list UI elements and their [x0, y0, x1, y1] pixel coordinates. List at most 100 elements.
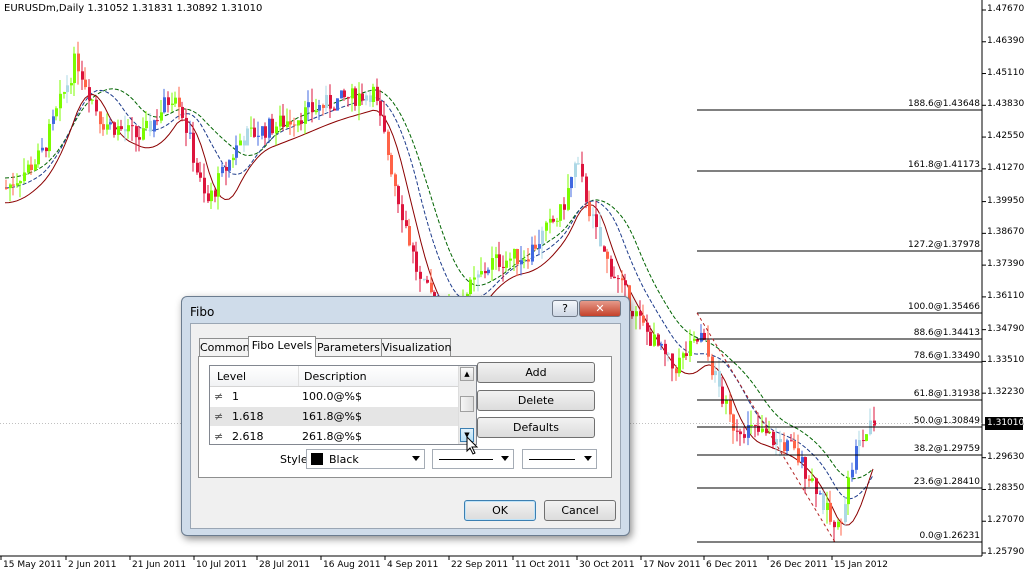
tab-parameters[interactable]: Parameters: [315, 338, 382, 356]
level-row[interactable]: ≠ 1 100.0@%$: [210, 387, 462, 406]
candle-body: [379, 100, 382, 116]
candle-body: [581, 163, 584, 177]
candle-body: [372, 86, 375, 103]
candle-body: [423, 278, 426, 280]
levels-list-header: Level Description: [210, 366, 462, 387]
candle-body: [811, 478, 814, 481]
candle-body: [775, 438, 778, 446]
line-width-preview: [529, 459, 575, 460]
level-value[interactable]: 1.618: [232, 410, 264, 423]
cancel-button[interactable]: Cancel: [544, 500, 616, 521]
date-tick-label: 17 Nov 2011: [643, 560, 701, 570]
date-tick-label: 26 Dec 2011: [770, 560, 828, 570]
candle-body: [865, 434, 868, 441]
candle-body: [606, 251, 609, 259]
candle-body: [192, 132, 195, 163]
add-button[interactable]: Add: [477, 362, 595, 383]
level-value[interactable]: 1: [232, 390, 239, 403]
candle-body: [822, 493, 825, 511]
price-tick-label: 1.36110: [987, 290, 1024, 301]
candle-body: [570, 177, 573, 189]
candle-body: [574, 163, 577, 178]
column-description[interactable]: Description: [304, 370, 367, 383]
candle-body: [682, 353, 685, 358]
candle-body: [37, 150, 40, 165]
dialog-titlebar[interactable]: Fibo ? ✕: [182, 297, 629, 323]
fibo-level-label: 50.0@1.30849: [913, 416, 980, 426]
candle-body: [754, 424, 757, 426]
level-row[interactable]: ≠ 1.618 161.8@%$: [210, 407, 462, 426]
candle-body: [210, 190, 213, 202]
candle-body: [635, 311, 638, 317]
candle-body: [84, 79, 87, 88]
candle-body: [750, 424, 753, 426]
level-value[interactable]: 2.618: [232, 430, 264, 443]
date-tick-label: 28 Jul 2011: [259, 560, 310, 570]
price-tick-label: 1.42550: [987, 131, 1024, 142]
help-button[interactable]: ?: [552, 300, 578, 317]
candle-body: [675, 368, 678, 374]
fibo-level-label: 0.0@1.26231: [919, 531, 980, 541]
candle-body: [246, 128, 249, 146]
candle-body: [163, 97, 166, 113]
candle-body: [52, 116, 55, 124]
candle-body: [473, 277, 476, 280]
candle-body: [408, 226, 411, 246]
ok-button[interactable]: OK: [464, 500, 536, 521]
candle-body: [41, 147, 44, 151]
defaults-button[interactable]: Defaults: [477, 417, 595, 438]
candle-body: [793, 441, 796, 449]
candle-body: [243, 140, 246, 146]
candle-body: [149, 120, 152, 132]
delete-button[interactable]: Delete: [477, 390, 595, 411]
candle-body: [693, 338, 696, 341]
candle-body: [156, 120, 159, 122]
candle-body: [225, 166, 228, 171]
fibo-level-label: 23.6@1.28410: [913, 477, 980, 487]
fibo-levels-panel: Level Description ≠ 1 100.0@%$ ≠ 1.618 1…: [198, 356, 612, 478]
candle-body: [642, 315, 645, 323]
price-tick-label: 1.38670: [987, 227, 1024, 238]
tab-fibo-levels[interactable]: Fibo Levels: [248, 336, 316, 357]
level-description[interactable]: 100.0@%$: [302, 390, 362, 403]
candle-body: [801, 457, 804, 463]
level-description[interactable]: 161.8@%$: [302, 410, 362, 423]
levels-scrollbar[interactable]: ▲ ▼: [458, 366, 476, 444]
levels-list[interactable]: Level Description ≠ 1 100.0@%$ ≠ 1.618 1…: [209, 365, 477, 445]
candle-body: [145, 120, 148, 129]
candle-body: [718, 370, 721, 387]
candle-body: [541, 230, 544, 245]
row-icon: ≠: [214, 390, 224, 403]
candle-body: [113, 122, 116, 135]
tab-common[interactable]: Common: [199, 338, 250, 356]
scroll-up-button[interactable]: ▲: [460, 367, 474, 381]
candle-body: [505, 260, 508, 268]
candle-body: [275, 126, 278, 134]
line-width-select[interactable]: [522, 449, 597, 469]
candle-body: [297, 120, 300, 126]
candle-body: [333, 108, 336, 111]
candle-body: [624, 280, 627, 286]
candle-body: [577, 163, 580, 165]
column-level[interactable]: Level: [217, 370, 246, 383]
candle-body: [55, 108, 58, 117]
candle-body: [502, 266, 505, 268]
tab-visualization[interactable]: Visualization: [381, 338, 451, 356]
price-tick-label: 1.39950: [987, 195, 1024, 206]
candle-body: [732, 414, 735, 431]
scroll-thumb[interactable]: [460, 396, 474, 412]
level-row[interactable]: ≠ 2.618 261.8@%$: [210, 427, 462, 444]
close-button[interactable]: ✕: [579, 300, 621, 317]
candle-body: [556, 220, 559, 222]
candle-body: [376, 86, 379, 101]
candle-body: [329, 94, 332, 109]
level-description[interactable]: 261.8@%$: [302, 430, 362, 443]
candle-body: [599, 227, 602, 247]
candle-body: [707, 339, 710, 357]
candle-body: [153, 120, 156, 132]
fibo-dialog[interactable]: Fibo ? ✕ Common Fibo Levels Parameters V…: [181, 296, 630, 536]
candle-body: [77, 53, 80, 72]
date-tick-label: 15 May 2011: [3, 560, 62, 570]
candle-body: [419, 271, 422, 279]
color-select[interactable]: Black: [306, 449, 425, 469]
